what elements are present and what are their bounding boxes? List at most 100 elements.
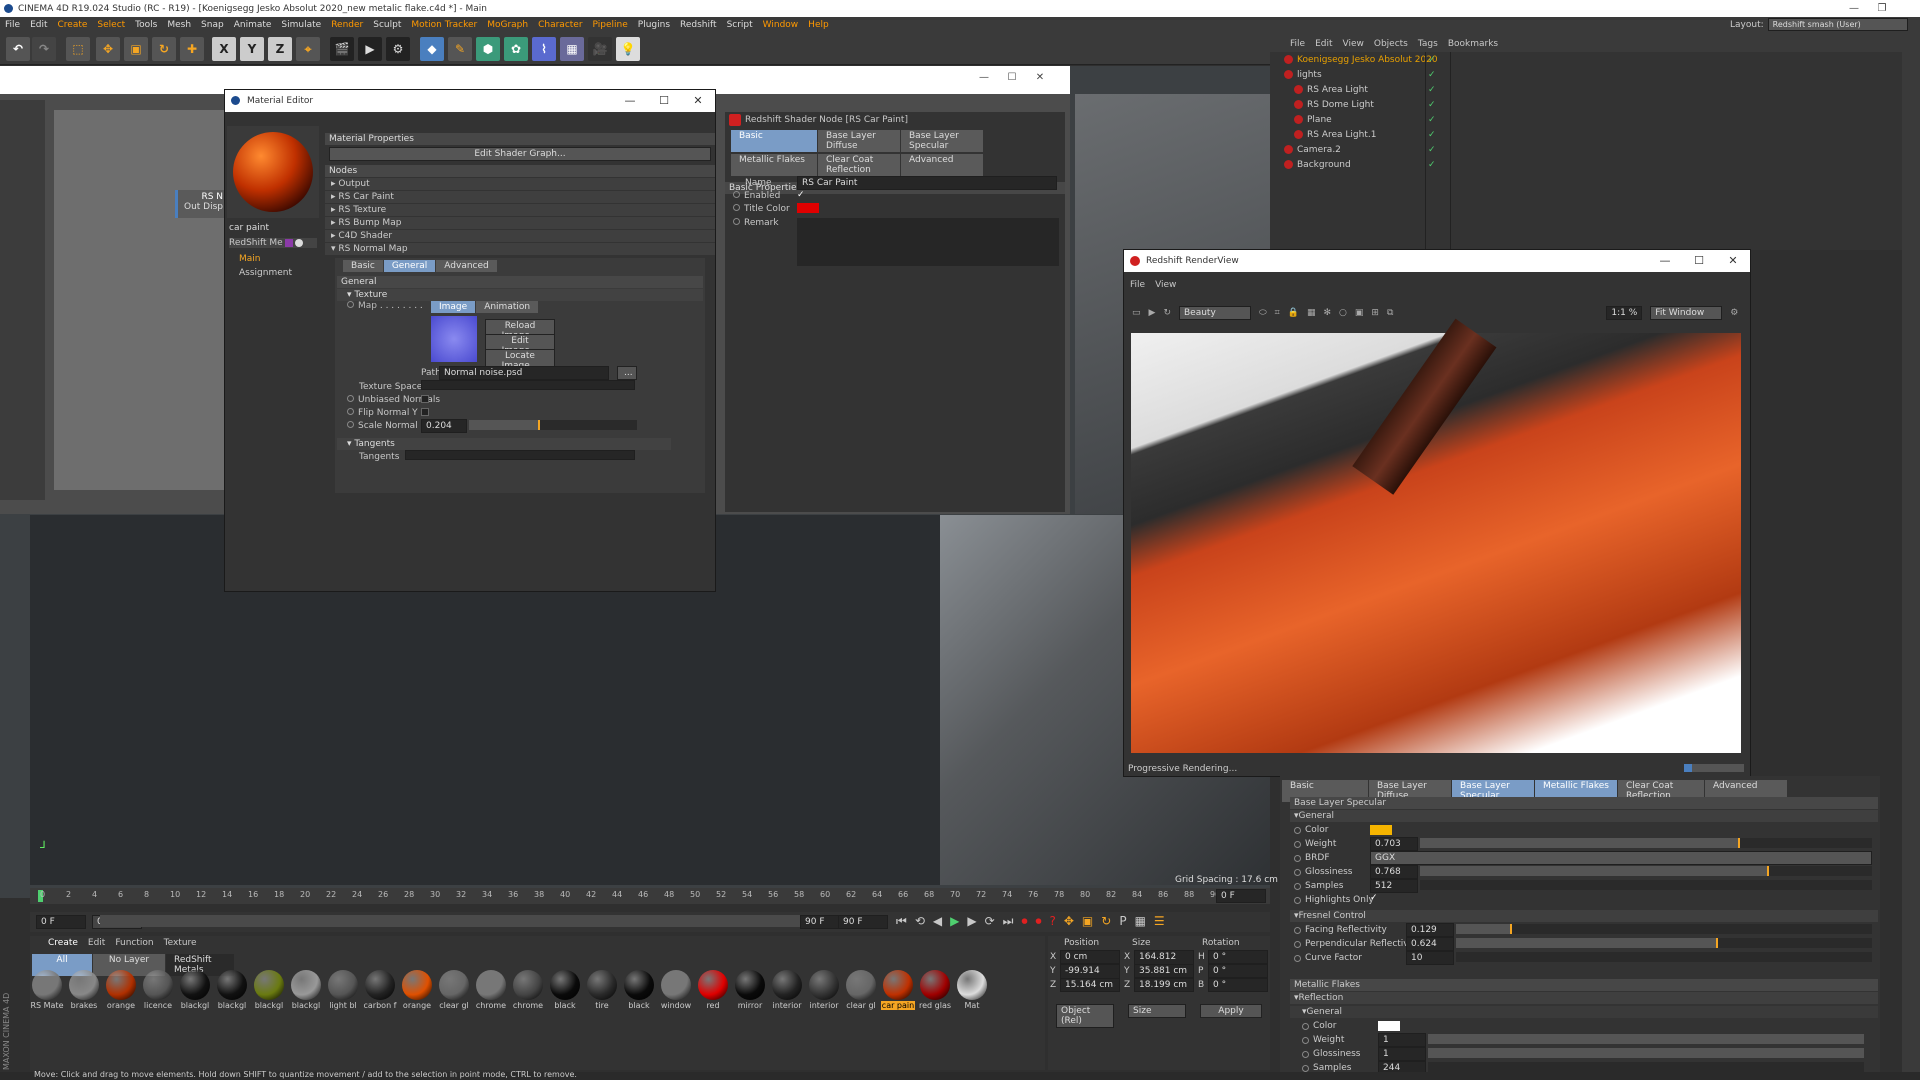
node-c4d-shader[interactable]: ▸ C4D Shader [325, 230, 715, 242]
scale-normal-slider[interactable] [469, 420, 637, 430]
deformer-icon[interactable]: ⌇ [532, 37, 556, 61]
subdivision-icon[interactable]: ⬢ [476, 37, 500, 61]
coord-value-field[interactable]: 18.199 cm [1134, 978, 1194, 992]
om-menu-bookmarks[interactable]: Bookmarks [1448, 39, 1498, 49]
material-swatch[interactable]: Mat [955, 970, 989, 1010]
key-param-icon[interactable]: P [1119, 914, 1126, 929]
minimize-icon[interactable]: — [1648, 250, 1682, 272]
minimize-icon[interactable]: — [613, 90, 647, 112]
zoom-field[interactable]: 1:1 % [1606, 306, 1643, 320]
rv-menu-view[interactable]: View [1155, 280, 1176, 290]
mograph-icon[interactable]: ✿ [504, 37, 528, 61]
material-swatch[interactable]: car pain [881, 970, 915, 1010]
compare-icon[interactable]: ⧉ [1387, 308, 1393, 318]
facing-field[interactable]: 0.129 [1406, 923, 1454, 937]
coord-value-field[interactable]: 35.881 cm [1134, 964, 1194, 978]
menu-mesh[interactable]: Mesh [162, 20, 196, 30]
menu-animate[interactable]: Animate [229, 20, 277, 30]
material-swatch[interactable]: orange [104, 970, 138, 1010]
tangents-field[interactable] [405, 450, 635, 460]
side-item-main[interactable]: Main [239, 254, 261, 264]
tab-clear-coat-reflection[interactable]: Clear Coat Reflection [818, 154, 900, 176]
menu-motion-tracker[interactable]: Motion Tracker [406, 20, 482, 30]
brdf-dropdown[interactable]: GGX [1370, 851, 1872, 865]
material-swatch[interactable]: clear gl [844, 970, 878, 1010]
material-swatch[interactable]: red glas [918, 970, 952, 1010]
coord-value-field[interactable]: 0 ° [1208, 978, 1268, 992]
redo-icon[interactable]: ↷ [32, 37, 56, 61]
flake-samples-slider[interactable] [1428, 1062, 1864, 1072]
object-row[interactable]: RS Area Light ✓ [1270, 82, 1902, 97]
visibility-check-icon[interactable]: ✓ [1428, 160, 1436, 170]
mm-menu-edit[interactable]: Edit [88, 938, 105, 948]
frame-end-field[interactable]: 0 F [1216, 889, 1266, 903]
menu-character[interactable]: Character [533, 20, 587, 30]
rs-node[interactable]: RS N Out Disp [175, 190, 225, 218]
visibility-check-icon[interactable]: ✓ [1428, 100, 1436, 110]
path-field[interactable]: Normal noise.psd [439, 366, 609, 380]
material-swatch[interactable]: clear gl [437, 970, 471, 1010]
menu-file[interactable]: File [0, 20, 25, 30]
camera-icon[interactable]: 🎥 [588, 37, 612, 61]
undo-icon[interactable]: ↶ [6, 37, 30, 61]
tab-general[interactable]: General [383, 260, 436, 272]
fit-dropdown[interactable]: Fit Window [1650, 306, 1723, 320]
pen-icon[interactable]: ✎ [448, 37, 472, 61]
maximize-icon[interactable]: ☐ [998, 69, 1026, 86]
scale-icon[interactable]: ▣ [124, 37, 148, 61]
normal-map-thumbnail[interactable] [431, 316, 477, 362]
tab-base-layer-specular[interactable]: Base Layer Specular [901, 130, 983, 152]
material-swatch[interactable]: window [659, 970, 693, 1010]
axis-y-button[interactable]: Y [240, 37, 264, 61]
rotate-icon[interactable]: ↻ [152, 37, 176, 61]
timeline-ruler[interactable]: 0 2 4 6 8 10 12 14 16 18 20 22 24 26 28 30 32 34 36 38 40 42 4… [30, 888, 1270, 904]
scale-normal-field[interactable]: 0.204 [421, 419, 467, 433]
material-swatch[interactable]: chrome [511, 970, 545, 1010]
key-pla-icon[interactable]: ▦ [1135, 914, 1146, 929]
snapshot-icon[interactable]: ▭ [1132, 308, 1141, 318]
edit-shader-graph-button[interactable]: Edit Shader Graph... [329, 147, 711, 161]
select-icon[interactable]: ⬚ [66, 37, 90, 61]
om-menu-objects[interactable]: Objects [1374, 39, 1408, 49]
material-swatch[interactable]: interior [770, 970, 804, 1010]
render-view-icon[interactable]: 🎬 [330, 37, 354, 61]
om-menu-file[interactable]: File [1290, 39, 1305, 49]
enabled-checkbox[interactable]: ✓ [797, 190, 805, 200]
next-frame-icon[interactable]: ▶ [967, 914, 976, 929]
material-swatch[interactable]: RS Mate [30, 970, 64, 1010]
mm-menu-function[interactable]: Function [115, 938, 153, 948]
render-picture-viewer-icon[interactable]: ▶ [358, 37, 382, 61]
node-output[interactable]: ▸ Output [325, 178, 715, 190]
om-menu-view[interactable]: View [1343, 39, 1364, 49]
material-swatch[interactable]: blackgl [178, 970, 212, 1010]
spec-samples-slider[interactable] [1420, 880, 1872, 890]
timeline-icon[interactable]: ☰ [1154, 914, 1165, 929]
add-icon[interactable]: ✚ [180, 37, 204, 61]
object-row[interactable]: Koenigsegg Jesko Absolut 2020 ✓ [1270, 52, 1902, 67]
tab-base-layer-diffuse[interactable]: Base Layer Diffuse [818, 130, 900, 152]
save-icon[interactable]: ▣ [1355, 308, 1364, 318]
flake-gloss-field[interactable]: 1 [1378, 1047, 1426, 1061]
node-rs-normal-map[interactable]: ▾ RS Normal Map [325, 243, 715, 255]
remark-field[interactable] [797, 218, 1059, 266]
highlights-checkbox[interactable]: ✓ [1370, 893, 1378, 903]
go-start-icon[interactable]: ⏮ [896, 914, 907, 929]
autokey-icon[interactable]: ⏺ [1035, 914, 1041, 929]
perp-field[interactable]: 0.624 [1406, 937, 1454, 951]
mm-menu-texture[interactable]: Texture [164, 938, 197, 948]
curve-slider[interactable] [1456, 952, 1872, 962]
refresh-icon[interactable]: ↻ [1163, 308, 1171, 318]
perp-slider[interactable] [1456, 938, 1872, 948]
restore-icon[interactable]: ❐ [1868, 0, 1896, 17]
menu-mograph[interactable]: MoGraph [482, 20, 533, 30]
mm-menu-create[interactable]: Create [48, 938, 78, 948]
visibility-check-icon[interactable]: ✓ [1428, 55, 1436, 65]
flip-normal-y-checkbox[interactable] [421, 408, 429, 416]
menu-snap[interactable]: Snap [196, 20, 229, 30]
close-icon[interactable]: ✕ [1026, 69, 1054, 86]
maximize-icon[interactable]: ☐ [647, 90, 681, 112]
material-swatch[interactable]: chrome [474, 970, 508, 1010]
axis-z-button[interactable]: Z [268, 37, 292, 61]
prev-key-icon[interactable]: ⟲ [915, 914, 925, 929]
material-swatch[interactable]: mirror [733, 970, 767, 1010]
